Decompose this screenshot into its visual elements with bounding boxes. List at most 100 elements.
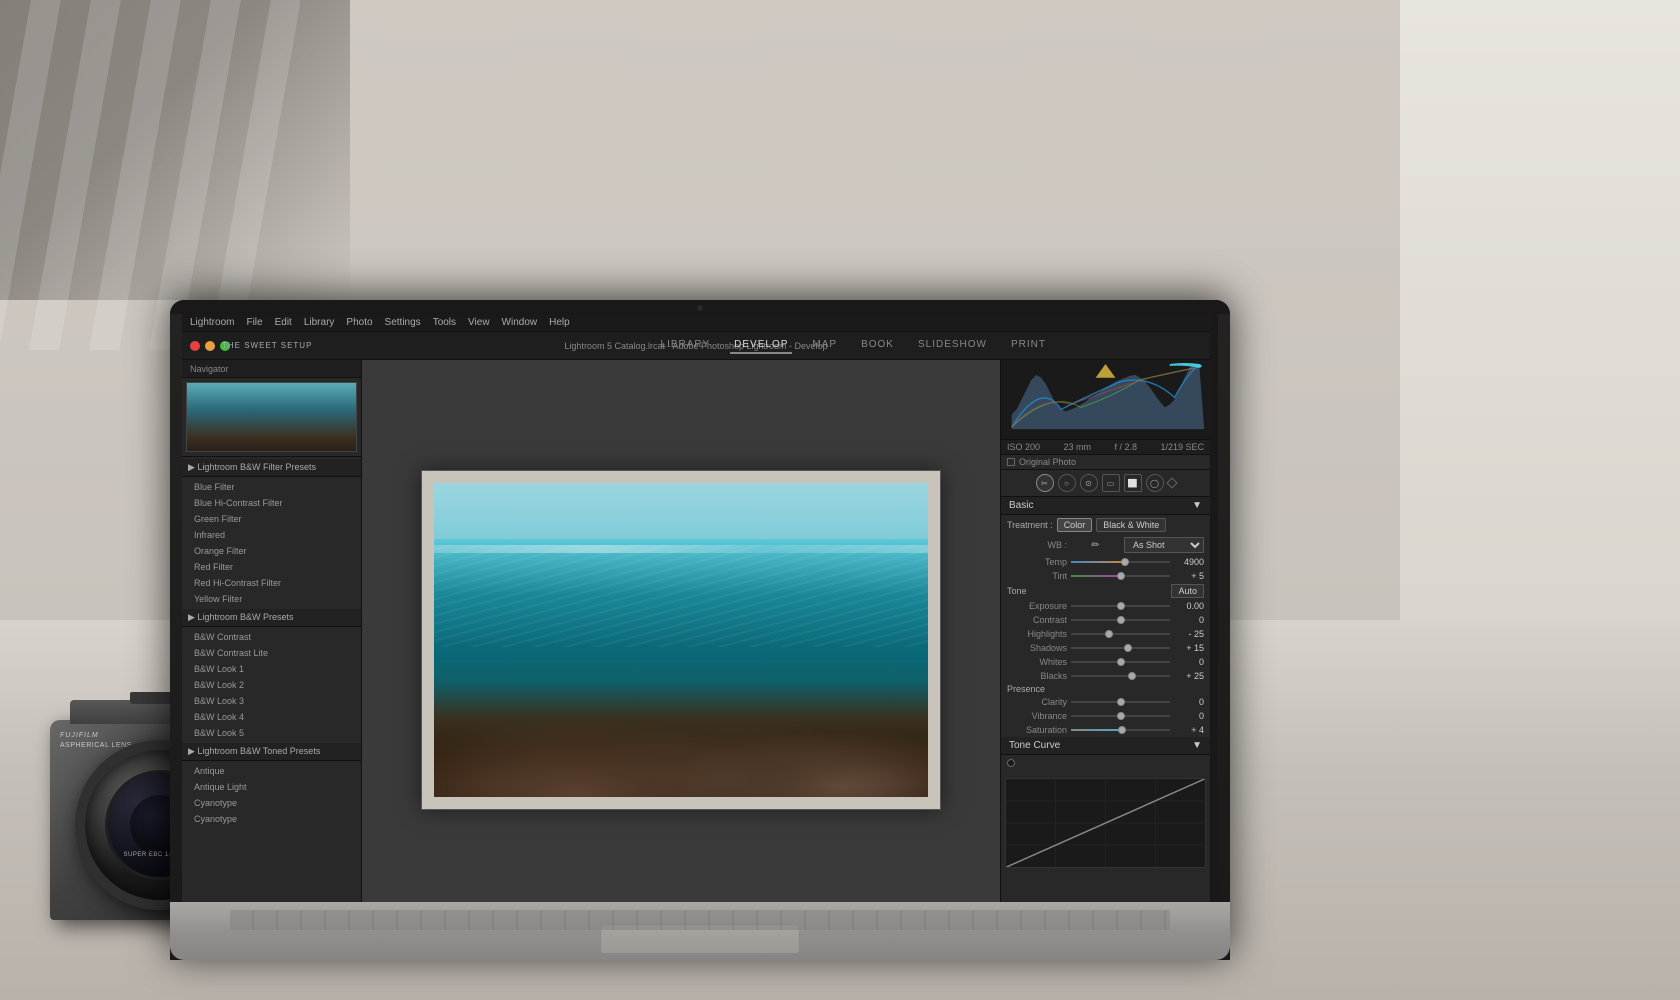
tint-thumb[interactable] xyxy=(1117,572,1125,580)
temp-slider[interactable] xyxy=(1071,557,1170,567)
exposure-slider[interactable] xyxy=(1071,601,1170,611)
shadows-slider[interactable] xyxy=(1071,643,1170,653)
main-photo[interactable] xyxy=(421,470,941,810)
menu-item-edit[interactable]: Edit xyxy=(275,317,292,328)
radial-filter-tool[interactable]: ⬜ xyxy=(1124,474,1142,492)
exposure-label: Exposure xyxy=(1007,601,1067,611)
tab-book[interactable]: BOOK xyxy=(857,337,898,354)
preset-yellow[interactable]: Yellow Filter xyxy=(182,591,361,607)
preview-thumbnail[interactable] xyxy=(186,382,357,452)
tone-curve-mode-toggle[interactable] xyxy=(1007,759,1015,767)
original-photo-checkbox[interactable] xyxy=(1007,458,1015,466)
menu-item-tools[interactable]: Tools xyxy=(433,317,456,328)
preset-group-bwpresets: B&W Contrast B&W Contrast Lite B&W Look … xyxy=(182,627,361,743)
bw-treatment-button[interactable]: Black & White xyxy=(1096,518,1166,532)
blacks-row: Blacks + 25 xyxy=(1001,669,1210,683)
tools-row: ✂ ○ ⊙ ▭ ⬜ ◯ xyxy=(1001,470,1210,497)
highlights-thumb[interactable] xyxy=(1105,630,1113,638)
menu-item-photo[interactable]: Photo xyxy=(346,317,372,328)
minimize-button[interactable] xyxy=(205,341,215,351)
center-panel: ▲ xyxy=(362,360,1000,942)
preset-red[interactable]: Red Filter xyxy=(182,559,361,575)
whites-thumb[interactable] xyxy=(1117,658,1125,666)
spot-removal-tool[interactable]: ○ xyxy=(1058,474,1076,492)
color-picker-tool[interactable] xyxy=(1166,477,1177,488)
vibrance-thumb[interactable] xyxy=(1117,712,1125,720)
tint-slider[interactable] xyxy=(1071,571,1170,581)
tab-library[interactable]: LIBRARY xyxy=(657,337,715,354)
preset-blue-filter[interactable]: Blue Filter xyxy=(182,479,361,495)
tab-slideshow[interactable]: SLIDESHOW xyxy=(914,337,991,354)
preset-cyanotype[interactable]: Cyanotype xyxy=(182,795,361,811)
menu-item-view[interactable]: View xyxy=(468,317,490,328)
preset-blue-hi[interactable]: Blue Hi-Contrast Filter xyxy=(182,495,361,511)
menu-item-file[interactable]: File xyxy=(246,317,262,328)
preset-bw-contrast-lite[interactable]: B&W Contrast Lite xyxy=(182,645,361,661)
menu-item-lightroom[interactable]: Lightroom xyxy=(190,317,234,328)
original-photo-row: Original Photo xyxy=(1001,455,1210,470)
blacks-slider[interactable] xyxy=(1071,671,1170,681)
menu-item-help[interactable]: Help xyxy=(549,317,570,328)
preset-bw-look2[interactable]: B&W Look 2 xyxy=(182,677,361,693)
treatment-label: Treatment : xyxy=(1007,520,1053,530)
preset-green[interactable]: Green Filter xyxy=(182,511,361,527)
whites-label: Whites xyxy=(1007,657,1067,667)
tint-value: + 5 xyxy=(1174,571,1204,581)
graduated-filter-tool[interactable]: ▭ xyxy=(1102,474,1120,492)
tab-map[interactable]: MAP xyxy=(808,337,841,354)
saturation-slider[interactable] xyxy=(1071,725,1170,735)
laptop-screen[interactable]: Lightroom File Edit Library Photo Settin… xyxy=(182,314,1218,952)
preset-bw-contrast[interactable]: B&W Contrast xyxy=(182,629,361,645)
color-treatment-button[interactable]: Color xyxy=(1057,518,1093,532)
wb-row: WB : ✏ As Shot Auto Daylight Cloudy Cust… xyxy=(1001,535,1210,555)
highlights-slider[interactable] xyxy=(1071,629,1170,639)
treatment-row: Treatment : Color Black & White xyxy=(1001,515,1210,535)
tab-develop[interactable]: DEVELOP xyxy=(730,337,792,354)
preset-antique-light[interactable]: Antique Light xyxy=(182,779,361,795)
exposure-thumb[interactable] xyxy=(1117,602,1125,610)
contrast-thumb[interactable] xyxy=(1117,616,1125,624)
redeye-tool[interactable]: ⊙ xyxy=(1080,474,1098,492)
preset-group-header-bwtoned[interactable]: ▶ Lightroom B&W Toned Presets xyxy=(182,743,361,761)
preset-group-header-bwfilter[interactable]: ▶ Lightroom B&W Filter Presets xyxy=(182,459,361,477)
preset-antique[interactable]: Antique xyxy=(182,763,361,779)
whites-slider[interactable] xyxy=(1071,657,1170,667)
preset-group-header-bwpresets[interactable]: ▶ Lightroom B&W Presets xyxy=(182,609,361,627)
contrast-slider[interactable] xyxy=(1071,615,1170,625)
wb-select[interactable]: As Shot Auto Daylight Cloudy Custom xyxy=(1124,537,1204,553)
menu-item-settings[interactable]: Settings xyxy=(385,317,421,328)
vibrance-slider[interactable] xyxy=(1071,711,1170,721)
preset-red-hi[interactable]: Red Hi-Contrast Filter xyxy=(182,575,361,591)
preset-bw-look3[interactable]: B&W Look 3 xyxy=(182,693,361,709)
preset-cyanotype2[interactable]: Cyanotype xyxy=(182,811,361,827)
vibrance-value: 0 xyxy=(1174,711,1204,721)
adjustment-brush-tool[interactable]: ◯ xyxy=(1146,474,1164,492)
tab-print[interactable]: PRINT xyxy=(1007,337,1050,354)
menu-item-library[interactable]: Library xyxy=(304,317,335,328)
shadows-thumb[interactable] xyxy=(1124,644,1132,652)
navigator-header[interactable]: Navigator xyxy=(182,360,361,378)
basic-section-header[interactable]: Basic ▼ xyxy=(1001,497,1210,515)
preset-bw-look1[interactable]: B&W Look 1 xyxy=(182,661,361,677)
tone-header-row: Tone Auto xyxy=(1001,583,1210,599)
exif-shutter: 1/219 SEC xyxy=(1160,442,1204,452)
close-button[interactable] xyxy=(190,341,200,351)
saturation-thumb[interactable] xyxy=(1118,726,1126,734)
clarity-slider[interactable] xyxy=(1071,697,1170,707)
clarity-thumb[interactable] xyxy=(1117,698,1125,706)
blacks-thumb[interactable] xyxy=(1128,672,1136,680)
right-panel: ISO 200 23 mm f / 2.8 1/219 SEC Original… xyxy=(1000,360,1210,942)
menu-item-window[interactable]: Window xyxy=(502,317,538,328)
tone-curve-header[interactable]: Tone Curve ▼ xyxy=(1001,737,1210,755)
eyedropper-icon[interactable]: ✏ xyxy=(1090,539,1102,551)
crop-tool[interactable]: ✂ xyxy=(1036,474,1054,492)
vibrance-label: Vibrance xyxy=(1007,711,1067,721)
tone-curve-graph[interactable] xyxy=(1005,778,1206,868)
preset-bw-look5[interactable]: B&W Look 5 xyxy=(182,725,361,741)
temp-thumb[interactable] xyxy=(1121,558,1129,566)
preset-infrared[interactable]: Infrared xyxy=(182,527,361,543)
contrast-row: Contrast 0 xyxy=(1001,613,1210,627)
preset-bw-look4[interactable]: B&W Look 4 xyxy=(182,709,361,725)
auto-tone-button[interactable]: Auto xyxy=(1171,584,1204,598)
preset-orange[interactable]: Orange Filter xyxy=(182,543,361,559)
